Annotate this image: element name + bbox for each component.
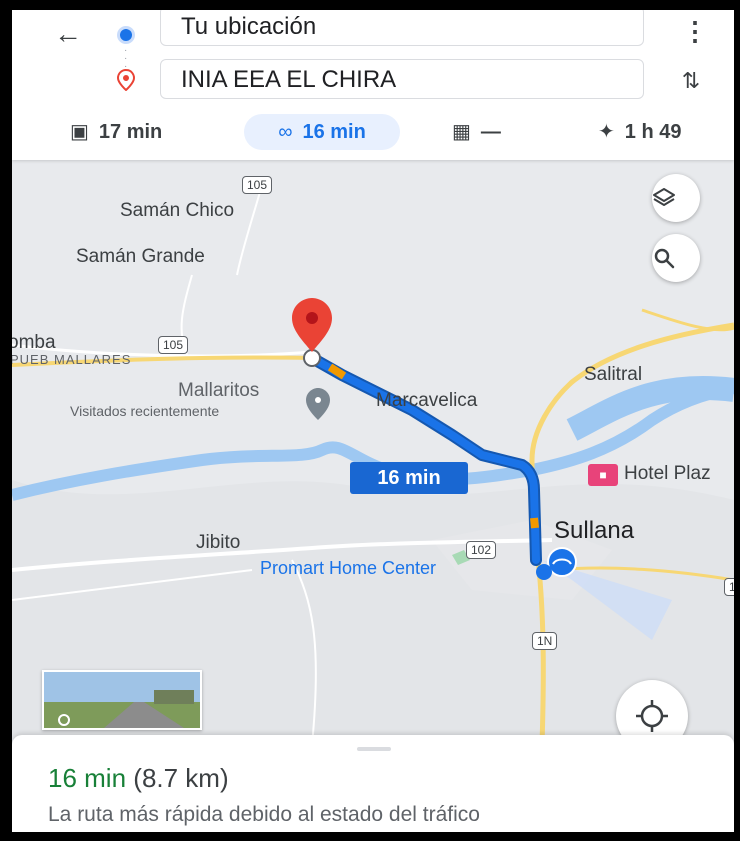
place-jibito[interactable]: Jibito bbox=[196, 532, 240, 554]
motorcycle-icon: ∞ bbox=[278, 121, 293, 143]
place-pueb-mallares[interactable]: PUEB MALLARES bbox=[12, 352, 131, 367]
walk-icon: ✦ bbox=[598, 121, 615, 143]
route-time: 16 min bbox=[48, 763, 127, 793]
mode-motorcycle-label: 16 min bbox=[302, 121, 366, 143]
place-omba[interactable]: omba bbox=[12, 332, 56, 354]
search-button[interactable] bbox=[652, 234, 700, 282]
search-icon bbox=[654, 248, 675, 269]
place-promart[interactable]: Promart Home Center bbox=[260, 558, 436, 579]
swap-icon[interactable]: ⇅ bbox=[676, 66, 706, 96]
route-description: La ruta más rápida debido al estado del … bbox=[48, 803, 480, 826]
place-salitral[interactable]: Salitral bbox=[584, 364, 642, 386]
route-1n-shield: 1N bbox=[532, 632, 558, 650]
more-options-icon[interactable]: ⋮ bbox=[682, 16, 708, 46]
mode-walk-label: 1 h 49 bbox=[624, 121, 682, 143]
origin-dot-icon bbox=[120, 29, 132, 41]
transit-icon: ▦ bbox=[452, 121, 471, 143]
destination-input[interactable]: INIA EEA EL CHIRA bbox=[160, 59, 644, 99]
mode-transit-tab[interactable]: ▦ — bbox=[452, 114, 501, 150]
place-mallaritos[interactable]: Mallaritos bbox=[178, 380, 259, 402]
hotel-icon[interactable]: ■ bbox=[588, 464, 618, 486]
maps-screen: ← · · · Tu ubicación INIA EEA EL CHIRA ⋮ ⇅… bbox=[12, 10, 734, 832]
place-hotel[interactable]: Hotel Plaz bbox=[624, 463, 711, 485]
destination-pin-icon bbox=[116, 69, 136, 91]
travel-modes: ▣ 17 min ∞ 16 min ▦ — ✦ 1 h 49 bbox=[12, 114, 734, 154]
layers-button[interactable] bbox=[652, 174, 700, 222]
screenshot-frame: ← · · · Tu ubicación INIA EEA EL CHIRA ⋮ ⇅… bbox=[0, 0, 740, 841]
route-105-shield: 105 bbox=[242, 176, 273, 194]
map-view[interactable]: 105 105 102 1N 1 Samán Chico Samán Grand… bbox=[12, 160, 734, 752]
mode-walk-tab[interactable]: ✦ 1 h 49 bbox=[598, 114, 681, 150]
mode-car-label: 17 min bbox=[98, 121, 163, 143]
route-102-shield: 102 bbox=[466, 541, 497, 559]
street-view-thumbnail[interactable] bbox=[42, 670, 202, 730]
sheet-drag-handle[interactable] bbox=[357, 747, 391, 751]
directions-header: ← · · · Tu ubicación INIA EEA EL CHIRA ⋮ ⇅… bbox=[12, 10, 734, 160]
back-arrow-icon[interactable]: ← bbox=[50, 16, 86, 52]
place-visitados: Visitados recientemente bbox=[70, 403, 220, 419]
route-1-shield: 1 bbox=[724, 578, 734, 596]
route-distance: (8.7 km) bbox=[133, 763, 229, 793]
place-sullana[interactable]: Sullana bbox=[554, 517, 634, 545]
car-icon: ▣ bbox=[70, 121, 89, 143]
route-summary: 16 min (8.7 km) bbox=[48, 763, 229, 794]
mode-motorcycle-tab[interactable]: ∞ 16 min bbox=[244, 114, 400, 150]
route-105-shield-2: 105 bbox=[158, 336, 189, 354]
route-summary-sheet[interactable]: 16 min (8.7 km) La ruta más rápida debid… bbox=[12, 735, 734, 832]
place-marcavelica[interactable]: Marcavelica bbox=[376, 390, 477, 412]
place-saman-grande[interactable]: Samán Grande bbox=[76, 246, 205, 268]
place-saman-chico[interactable]: Samán Chico bbox=[120, 200, 234, 222]
mode-transit-label: — bbox=[480, 121, 501, 143]
street-view-image bbox=[44, 672, 200, 728]
mode-car-tab[interactable]: ▣ 17 min bbox=[70, 114, 162, 150]
origin-input[interactable]: Tu ubicación bbox=[160, 10, 644, 46]
route-eta-badge[interactable]: 16 min bbox=[350, 462, 468, 494]
layers-icon bbox=[653, 188, 675, 206]
